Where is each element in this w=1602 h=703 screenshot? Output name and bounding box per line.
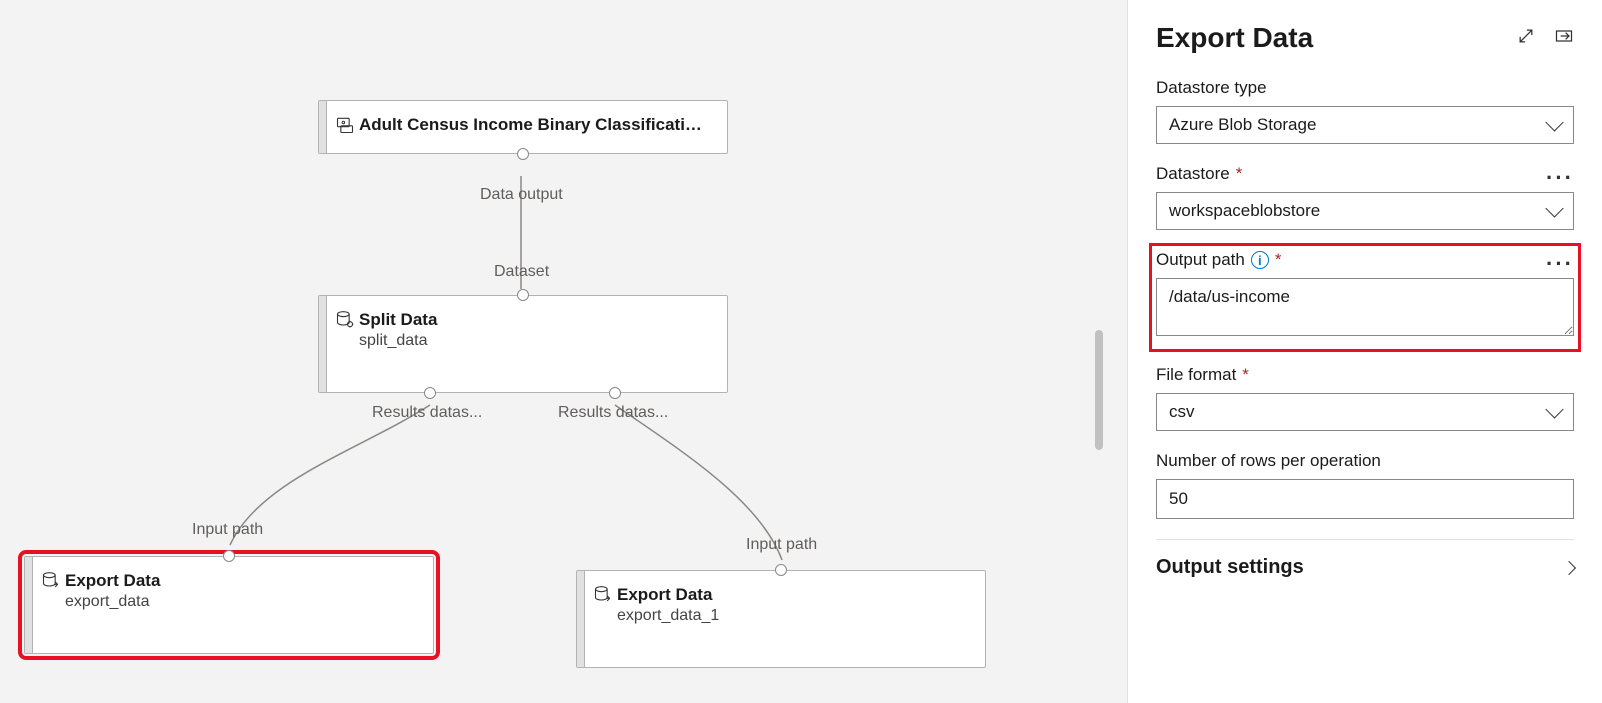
node-tab xyxy=(319,101,327,153)
dataset-icon xyxy=(335,115,355,135)
file-format-select[interactable]: csv xyxy=(1156,393,1574,431)
properties-panel: Export Data Datastore type Azure Blob St… xyxy=(1127,0,1602,703)
field-datastore-type: Datastore type Azure Blob Storage xyxy=(1156,78,1574,144)
node-dataset[interactable]: Adult Census Income Binary Classificatio… xyxy=(318,100,728,154)
node-export-data-1[interactable]: Export Data export_data xyxy=(24,556,434,654)
canvas-scrollbar[interactable] xyxy=(1095,330,1103,450)
node-title: Export Data xyxy=(65,571,415,591)
node-tab xyxy=(25,557,33,653)
panel-header: Export Data xyxy=(1156,22,1574,54)
field-label: Datastore * xyxy=(1156,164,1242,184)
database-export-icon xyxy=(593,585,613,605)
input-port[interactable] xyxy=(775,564,787,576)
field-label: Datastore type xyxy=(1156,78,1574,98)
field-datastore: Datastore * ··· workspaceblobstore xyxy=(1156,164,1574,230)
field-file-format: File format * csv xyxy=(1156,365,1574,431)
datastore-type-select[interactable]: Azure Blob Storage xyxy=(1156,106,1574,144)
info-icon[interactable]: i xyxy=(1251,251,1269,269)
input-port[interactable] xyxy=(517,289,529,301)
more-options-icon[interactable]: ··· xyxy=(1546,253,1574,275)
output-path-input[interactable]: /data/us-income xyxy=(1156,278,1574,336)
port-label: Data output xyxy=(480,186,563,204)
rows-input[interactable] xyxy=(1156,479,1574,519)
node-tab xyxy=(319,296,327,392)
pipeline-canvas[interactable]: Adult Census Income Binary Classificatio… xyxy=(0,0,1127,703)
output-settings-section[interactable]: Output settings xyxy=(1156,539,1574,579)
section-title: Output settings xyxy=(1156,556,1304,579)
port-label: Dataset xyxy=(494,263,549,281)
more-options-icon[interactable]: ··· xyxy=(1546,167,1574,189)
node-subtitle: export_data_1 xyxy=(617,607,967,625)
field-rows-per-op: Number of rows per operation xyxy=(1156,451,1574,519)
port-label: Results datas... xyxy=(558,404,668,422)
node-export-data-2[interactable]: Export Data export_data_1 xyxy=(576,570,986,668)
field-output-path: Output path i * ··· /data/us-income xyxy=(1156,250,1574,345)
port-label: Input path xyxy=(746,536,817,554)
field-label: Number of rows per operation xyxy=(1156,451,1574,471)
node-title: Split Data xyxy=(359,310,709,330)
node-title: Adult Census Income Binary Classificatio… xyxy=(359,115,709,135)
node-split-data[interactable]: Split Data split_data xyxy=(318,295,728,393)
field-label: Output path i * xyxy=(1156,250,1281,270)
output-port-1[interactable] xyxy=(424,387,436,399)
output-port[interactable] xyxy=(517,148,529,160)
chevron-right-icon xyxy=(1562,560,1576,574)
port-label: Results datas... xyxy=(372,404,482,422)
required-indicator: * xyxy=(1242,365,1249,385)
field-label: File format * xyxy=(1156,365,1574,385)
required-indicator: * xyxy=(1275,250,1282,270)
datastore-select[interactable]: workspaceblobstore xyxy=(1156,192,1574,230)
output-port-2[interactable] xyxy=(609,387,621,399)
database-gear-icon xyxy=(335,310,355,330)
node-subtitle: split_data xyxy=(359,332,709,350)
dock-icon[interactable] xyxy=(1554,26,1574,51)
node-tab xyxy=(577,571,585,667)
required-indicator: * xyxy=(1236,164,1243,184)
node-subtitle: export_data xyxy=(65,593,415,611)
port-label: Input path xyxy=(192,521,263,539)
node-title: Export Data xyxy=(617,585,967,605)
database-export-icon xyxy=(41,571,61,591)
input-port[interactable] xyxy=(223,550,235,562)
expand-icon[interactable] xyxy=(1516,26,1536,51)
panel-title: Export Data xyxy=(1156,22,1313,54)
